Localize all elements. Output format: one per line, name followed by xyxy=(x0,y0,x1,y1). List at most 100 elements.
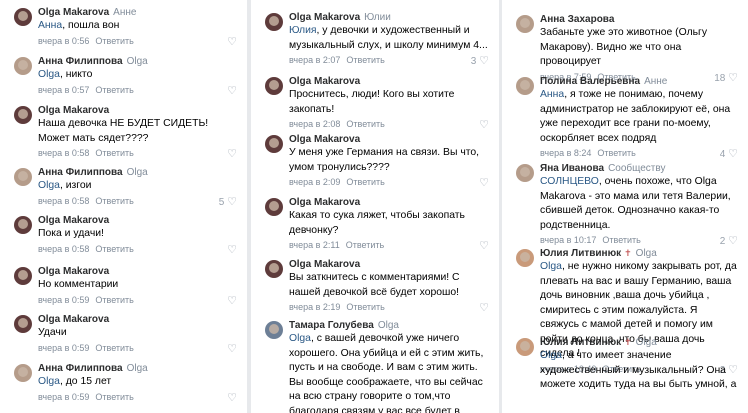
timestamp[interactable]: вчера в 2:07 xyxy=(289,55,340,65)
reply-to-name[interactable]: Olga xyxy=(636,248,657,259)
mention-link[interactable]: Olga xyxy=(38,376,60,387)
mention-link[interactable]: Olga xyxy=(540,350,562,361)
timestamp[interactable]: вчера в 0:58 xyxy=(38,244,89,254)
reply-button[interactable]: Ответить xyxy=(95,295,133,305)
reply-to-name[interactable]: Юлии xyxy=(364,12,391,23)
like-button[interactable]: 5 ♡ xyxy=(219,195,237,208)
author-name[interactable]: Olga Makarova xyxy=(38,7,109,18)
mention-link[interactable]: СОЛНЦЕВО xyxy=(540,176,599,187)
reply-button[interactable]: Ответить xyxy=(95,148,133,158)
timestamp[interactable]: вчера в 0:58 xyxy=(38,148,89,158)
avatar[interactable] xyxy=(265,13,283,31)
reply-button[interactable]: Ответить xyxy=(602,235,640,245)
reply-button[interactable]: Ответить xyxy=(346,240,384,250)
author-name[interactable]: Анна Захарова xyxy=(540,14,614,25)
reply-button[interactable]: Ответить xyxy=(346,55,384,65)
avatar[interactable] xyxy=(265,77,283,95)
avatar[interactable] xyxy=(14,168,32,186)
like-button[interactable]: ♡ xyxy=(227,391,237,404)
author-name[interactable]: Olga Makarova xyxy=(38,105,109,116)
avatar[interactable] xyxy=(14,106,32,124)
timestamp[interactable]: вчера в 10:17 xyxy=(540,235,596,245)
avatar[interactable] xyxy=(14,267,32,285)
timestamp[interactable]: вчера в 0:59 xyxy=(38,343,89,353)
avatar[interactable] xyxy=(265,260,283,278)
like-button[interactable]: ♡ xyxy=(479,301,489,314)
author-name[interactable]: Olga Makarova xyxy=(289,197,360,208)
timestamp[interactable]: вчера в 2:09 xyxy=(289,177,340,187)
timestamp[interactable]: вчера в 0:58 xyxy=(38,196,89,206)
author-name[interactable]: Яна Иванова xyxy=(540,163,604,174)
author-name[interactable]: Olga Makarova xyxy=(38,215,109,226)
author-name[interactable]: Анна Филиппова xyxy=(38,363,123,374)
author-name[interactable]: Olga Makarova xyxy=(38,314,109,325)
timestamp[interactable]: вчера в 0:57 xyxy=(38,85,89,95)
reply-button[interactable]: Ответить xyxy=(95,392,133,402)
reply-to-name[interactable]: Анне xyxy=(644,76,667,87)
mention-link[interactable]: Olga xyxy=(540,261,562,272)
avatar[interactable] xyxy=(14,57,32,75)
reply-to-name[interactable]: Olga xyxy=(636,337,657,348)
timestamp[interactable]: вчера в 0:56 xyxy=(38,36,89,46)
avatar[interactable] xyxy=(14,315,32,333)
like-button[interactable]: 2 ♡ xyxy=(720,234,738,247)
timestamp[interactable]: вчера в 0:59 xyxy=(38,392,89,402)
timestamp[interactable]: вчера в 2:11 xyxy=(289,240,340,250)
reply-to-name[interactable]: Сообществу xyxy=(608,163,665,174)
like-button[interactable]: ♡ xyxy=(227,147,237,160)
like-button[interactable]: ♡ xyxy=(227,35,237,48)
like-button[interactable]: ♡ xyxy=(227,294,237,307)
like-button[interactable]: 3 ♡ xyxy=(471,54,489,67)
mention-link[interactable]: Olga xyxy=(289,333,311,344)
mention-link[interactable]: Юлия xyxy=(289,25,317,36)
author-name[interactable]: Анна Филиппова xyxy=(38,56,123,67)
reply-button[interactable]: Ответить xyxy=(597,148,635,158)
author-name[interactable]: Тамара Голубева xyxy=(289,320,374,331)
avatar[interactable] xyxy=(265,321,283,339)
reply-to-name[interactable]: Olga xyxy=(378,320,399,331)
author-name[interactable]: Olga Makarova xyxy=(289,12,360,23)
timestamp[interactable]: вчера в 0:59 xyxy=(38,295,89,305)
like-button[interactable]: ♡ xyxy=(479,176,489,189)
author-name[interactable]: Юлия Литвинюк xyxy=(540,248,621,259)
like-button[interactable]: ♡ xyxy=(227,84,237,97)
avatar[interactable] xyxy=(14,364,32,382)
like-button[interactable]: ♡ xyxy=(479,118,489,131)
avatar[interactable] xyxy=(516,338,534,356)
author-name[interactable]: Olga Makarova xyxy=(289,76,360,87)
author-name[interactable]: Полина Валерьевна xyxy=(540,76,640,87)
like-button[interactable]: ♡ xyxy=(227,342,237,355)
mention-link[interactable]: Olga xyxy=(38,180,60,191)
like-button[interactable]: ♡ xyxy=(227,243,237,256)
like-button[interactable]: 4 ♡ xyxy=(720,147,738,160)
author-name[interactable]: Анна Филиппова xyxy=(38,167,123,178)
avatar[interactable] xyxy=(516,164,534,182)
reply-to-name[interactable]: Анне xyxy=(113,7,136,18)
reply-to-name[interactable]: Olga xyxy=(127,56,148,67)
avatar[interactable] xyxy=(516,249,534,267)
mention-link[interactable]: Анна xyxy=(540,89,564,100)
reply-button[interactable]: Ответить xyxy=(95,244,133,254)
mention-link[interactable]: Анна xyxy=(38,20,62,31)
reply-button[interactable]: Ответить xyxy=(95,343,133,353)
reply-button[interactable]: Ответить xyxy=(95,196,133,206)
author-name[interactable]: Olga Makarova xyxy=(38,266,109,277)
mention-link[interactable]: Olga xyxy=(38,69,60,80)
reply-button[interactable]: Ответить xyxy=(346,302,384,312)
reply-button[interactable]: Ответить xyxy=(346,119,384,129)
reply-to-name[interactable]: Olga xyxy=(127,363,148,374)
reply-button[interactable]: Ответить xyxy=(95,36,133,46)
like-button[interactable]: ♡ xyxy=(479,239,489,252)
avatar[interactable] xyxy=(14,8,32,26)
author-name[interactable]: Юлия Литвинюк xyxy=(540,337,621,348)
reply-button[interactable]: Ответить xyxy=(95,85,133,95)
author-name[interactable]: Olga Makarova xyxy=(289,134,360,145)
reply-to-name[interactable]: Olga xyxy=(127,167,148,178)
avatar[interactable] xyxy=(14,216,32,234)
author-name[interactable]: Olga Makarova xyxy=(289,259,360,270)
timestamp[interactable]: вчера в 2:08 xyxy=(289,119,340,129)
avatar[interactable] xyxy=(516,77,534,95)
timestamp[interactable]: вчера в 8:24 xyxy=(540,148,591,158)
avatar[interactable] xyxy=(265,135,283,153)
timestamp[interactable]: вчера в 2:19 xyxy=(289,302,340,312)
